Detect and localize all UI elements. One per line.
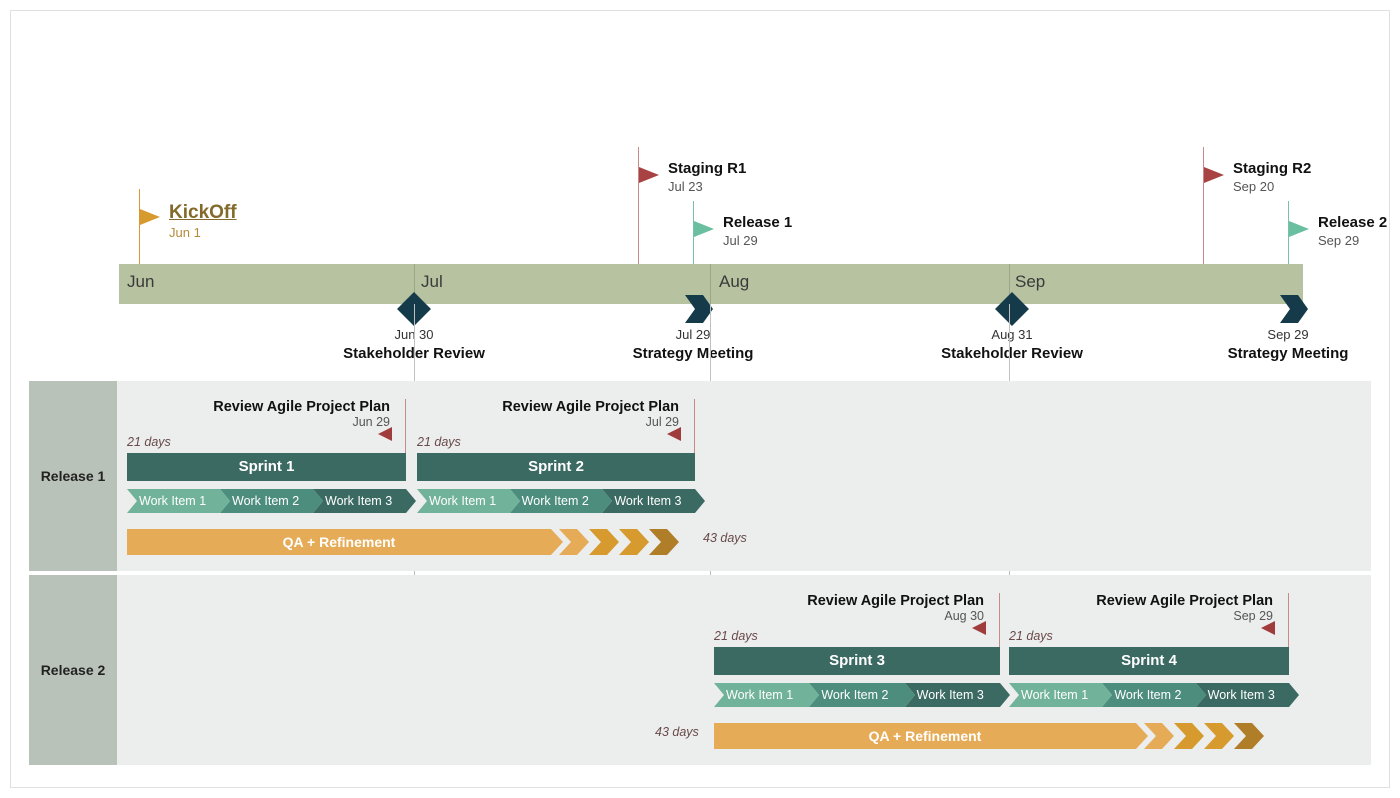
chevron-right-icon — [619, 529, 643, 555]
review-date: Jul 29 — [417, 415, 679, 429]
flag-pennant-icon — [140, 209, 160, 225]
work-item: Work Item 2 — [510, 489, 603, 513]
month-label: Sep — [1015, 272, 1045, 292]
milestone-date: Aug 31 — [991, 327, 1032, 342]
review-date: Jun 29 — [127, 415, 390, 429]
work-item-row: Work Item 1Work Item 2Work Item 3 — [417, 489, 695, 513]
work-item-row: Work Item 1Work Item 2Work Item 3 — [714, 683, 1000, 707]
review-title: Review Agile Project Plan — [714, 593, 984, 609]
milestone-date: Jul 29 — [676, 327, 711, 342]
chevron-right-icon — [1234, 723, 1258, 749]
flag-title: KickOff — [169, 202, 237, 224]
chevron-right-icon — [589, 529, 613, 555]
gantt-canvas: Jun Jul Aug Sep KickOffJun 1 Staging R1 Jul 2… — [10, 10, 1390, 788]
qa-duration: 43 days — [655, 725, 699, 739]
review-flag-icon — [972, 621, 986, 635]
qa-chevron-group — [1144, 723, 1258, 749]
month-label: Jun — [127, 272, 154, 292]
qa-refinement-bar: QA + Refinement — [714, 723, 1136, 749]
flag-pennant-icon — [1204, 167, 1224, 183]
review-date: Aug 30 — [714, 609, 984, 623]
flag-title: Release 2 — [1318, 214, 1387, 231]
chevron-right-icon — [559, 529, 583, 555]
flag-date: Sep 20 — [1233, 179, 1274, 194]
review-title: Review Agile Project Plan — [127, 399, 390, 415]
work-item: Work Item 1 — [714, 683, 809, 707]
flag-pennant-icon — [639, 167, 659, 183]
review-date: Sep 29 — [1009, 609, 1273, 623]
review-flag-icon — [378, 427, 392, 441]
flag-date: Jul 29 — [723, 233, 758, 248]
review-flag-icon — [1261, 621, 1275, 635]
release-tab: Release 1 — [29, 381, 117, 571]
chevron-right-icon — [1204, 723, 1228, 749]
flag-pennant-icon — [1289, 221, 1309, 237]
flag-title: Staging R1 — [668, 160, 746, 177]
release-row-release-1: Release 1Review Agile Project PlanJun 29… — [29, 381, 1371, 571]
milestone-name: Strategy Meeting — [1228, 345, 1349, 362]
qa-duration: 43 days — [703, 531, 747, 545]
review-label: Review Agile Project PlanJul 29 — [417, 399, 679, 429]
flag-stem — [1203, 147, 1204, 264]
flag-date: Jul 23 — [668, 179, 703, 194]
milestone-name: Strategy Meeting — [633, 345, 754, 362]
work-item: Work Item 2 — [809, 683, 904, 707]
sprint-bar: Sprint 1 — [127, 453, 406, 481]
qa-refinement-bar: QA + Refinement — [127, 529, 551, 555]
sprint-duration: 21 days — [417, 435, 461, 449]
flag-title: Staging R2 — [1233, 160, 1311, 177]
month-label: Aug — [719, 272, 749, 292]
review-flag-icon — [667, 427, 681, 441]
milestone-date: Sep 29 — [1267, 327, 1308, 342]
review-label: Review Agile Project PlanJun 29 — [127, 399, 390, 429]
sprint-duration: 21 days — [127, 435, 171, 449]
work-item: Work Item 2 — [1102, 683, 1195, 707]
work-item: Work Item 3 — [313, 489, 406, 513]
work-item: Work Item 3 — [905, 683, 1000, 707]
sprint-bar: Sprint 3 — [714, 647, 1000, 675]
chevron-right-icon — [1174, 723, 1198, 749]
chevron-right-icon — [649, 529, 673, 555]
month-label: Jul — [421, 272, 443, 292]
chevron-right-icon — [1280, 295, 1308, 323]
review-title: Review Agile Project Plan — [417, 399, 679, 415]
sprint-bar: Sprint 4 — [1009, 647, 1289, 675]
qa-chevron-group — [559, 529, 673, 555]
milestone-name: Stakeholder Review — [941, 345, 1083, 362]
flag-stem — [139, 189, 140, 264]
flag-date: Sep 29 — [1318, 233, 1359, 248]
flag-stem — [638, 147, 639, 264]
sprint-bar: Sprint 2 — [417, 453, 695, 481]
work-item: Work Item 1 — [1009, 683, 1102, 707]
flag-date: Jun 1 — [169, 225, 201, 240]
work-item: Work Item 1 — [127, 489, 220, 513]
work-item: Work Item 3 — [1196, 683, 1289, 707]
sprint-duration: 21 days — [1009, 629, 1053, 643]
work-item-row: Work Item 1Work Item 2Work Item 3 — [127, 489, 406, 513]
review-label: Review Agile Project PlanAug 30 — [714, 593, 984, 623]
release-tab: Release 2 — [29, 575, 117, 765]
review-label: Review Agile Project PlanSep 29 — [1009, 593, 1273, 623]
work-item: Work Item 3 — [602, 489, 695, 513]
chevron-right-icon — [1144, 723, 1168, 749]
sprint-duration: 21 days — [714, 629, 758, 643]
flag-pennant-icon — [694, 221, 714, 237]
flag-title: Release 1 — [723, 214, 792, 231]
release-row-release-2: Release 2Review Agile Project PlanAug 30… — [29, 575, 1371, 765]
review-title: Review Agile Project Plan — [1009, 593, 1273, 609]
work-item: Work Item 2 — [220, 489, 313, 513]
work-item-row: Work Item 1Work Item 2Work Item 3 — [1009, 683, 1289, 707]
work-item: Work Item 1 — [417, 489, 510, 513]
chevron-right-icon — [685, 295, 713, 323]
